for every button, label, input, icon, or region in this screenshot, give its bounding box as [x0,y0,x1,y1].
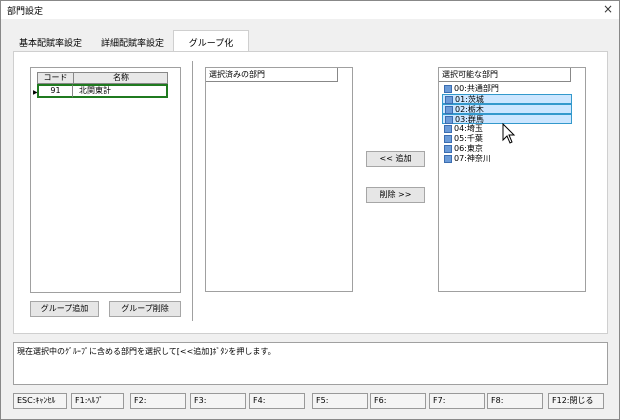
row-name-cell[interactable]: 北関東計 [73,84,168,98]
department-icon [444,135,452,143]
add-button[interactable]: << 追加 [366,151,425,167]
available-list-header: 選択可能な部門 [439,68,571,82]
f7-button[interactable]: F7: [429,393,485,409]
department-icon [445,116,453,124]
f4-button[interactable]: F4: [249,393,305,409]
department-settings-window: 部門設定 × 基本配賦率設定 詳細配賦率設定 グループ化 コード 名称 ▶ 91… [0,0,620,420]
list-item[interactable]: 00:共通部門 [442,84,572,94]
list-item-label: 02:栃木 [455,105,484,114]
list-item-label: 04:埼玉 [454,124,483,133]
title-bar: 部門設定 × [1,1,619,19]
list-item[interactable]: 01:茨城 [442,94,572,104]
f3-button[interactable]: F3: [190,393,246,409]
department-icon [445,96,453,104]
f2-button[interactable]: F2: [130,393,186,409]
tab-detailed-allocation[interactable]: 詳細配賦率設定 [95,33,170,51]
selected-departments-list[interactable]: 選択済みの部門 [205,67,353,292]
group-list-grid[interactable]: コード 名称 ▶ 91 北関東計 [30,67,181,293]
grid-header: コード 名称 [37,72,168,84]
list-item-label: 00:共通部門 [454,84,499,93]
department-icon [444,155,452,163]
mouse-pointer-icon [502,123,516,144]
department-icon [444,85,452,93]
remove-button[interactable]: 削除 >> [366,187,425,203]
tab-grouping[interactable]: グループ化 [173,30,249,52]
department-icon [444,125,452,133]
column-header-name[interactable]: 名称 [74,73,168,83]
list-item-label: 06:東京 [454,144,483,153]
f8-button[interactable]: F8: [487,393,543,409]
f6-button[interactable]: F6: [370,393,426,409]
department-icon [444,145,452,153]
list-item[interactable]: 07:神奈川 [442,154,572,164]
table-row[interactable]: 91 北関東計 [37,84,168,99]
column-header-code[interactable]: コード [38,73,74,83]
list-item-label: 05:千葉 [454,134,483,143]
list-item[interactable]: 06:東京 [442,144,572,154]
selected-list-header: 選択済みの部門 [206,68,338,82]
list-item-label: 03:群馬 [455,115,484,124]
status-message: 現在選択中のｸﾞﾙｰﾌﾟに含める部門を選択して[<<追加]ﾎﾞﾀﾝを押します。 [17,347,276,356]
divider [192,61,193,321]
f5-button[interactable]: F5: [312,393,368,409]
list-item-label: 07:神奈川 [454,154,491,163]
close-icon[interactable]: × [603,2,613,16]
add-group-button[interactable]: グループ追加 [30,301,99,317]
window-title: 部門設定 [7,7,44,17]
row-code-cell[interactable]: 91 [37,84,73,98]
tab-basic-allocation[interactable]: 基本配賦率設定 [13,33,88,51]
list-item-label: 01:茨城 [455,95,484,104]
status-message-box: 現在選択中のｸﾞﾙｰﾌﾟに含める部門を選択して[<<追加]ﾎﾞﾀﾝを押します。 [13,342,608,385]
department-icon [445,106,453,114]
f12-close-button[interactable]: F12:閉じる [548,393,604,409]
esc-cancel-button[interactable]: ESC:ｷｬﾝｾﾙ [13,393,67,409]
f1-help-button[interactable]: F1:ﾍﾙﾌﾟ [71,393,124,409]
list-item[interactable]: 02:栃木 [442,104,572,114]
function-key-bar: ESC:ｷｬﾝｾﾙ F1:ﾍﾙﾌﾟ F2: F3: F4: F5: F6: F7… [13,393,609,409]
delete-group-button[interactable]: グループ削除 [109,301,181,317]
